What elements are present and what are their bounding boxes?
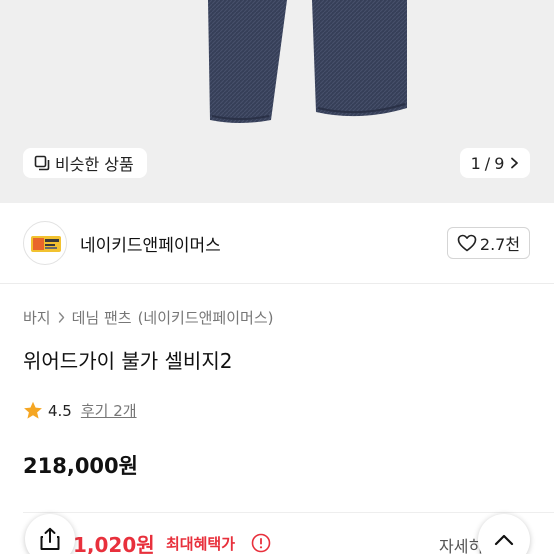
rating-summary[interactable]: 4.5 후기 2개: [23, 400, 137, 421]
similar-products-button[interactable]: 비슷한 상품: [23, 148, 147, 178]
rating-score: 4.5: [48, 401, 72, 420]
product-price: 218,000원: [23, 454, 138, 478]
brand-logo[interactable]: [23, 221, 67, 265]
like-count: 2.7천: [479, 235, 521, 254]
max-benefit-box[interactable]: 1,020원 최대혜택가 자세히: [23, 523, 523, 554]
max-benefit-price: 1,020원: [73, 533, 155, 554]
reviews-link[interactable]: 후기 2개: [81, 400, 137, 421]
max-benefit-row[interactable]: 1,020원 최대혜택가 자세히: [23, 512, 554, 554]
similar-products-label: 비슷한 상품: [55, 155, 134, 174]
copy-icon: [34, 155, 50, 171]
breadcrumb-brand[interactable]: (네이키드앤페이머스): [138, 307, 274, 328]
breadcrumb: 바지 데님 팬츠 (네이키드앤페이머스): [23, 307, 273, 328]
section-divider: [0, 283, 554, 284]
heart-icon: [457, 234, 477, 252]
brand-name[interactable]: 네이키드앤페이머스: [80, 231, 221, 256]
breadcrumb-category[interactable]: 바지: [23, 307, 51, 328]
brand-logo-image: [31, 236, 61, 252]
info-icon[interactable]: [251, 533, 271, 553]
brand-row[interactable]: 네이키드앤페이머스 2.7천: [0, 214, 554, 272]
product-title: 위어드가이 불가 셀비지2: [23, 349, 233, 373]
star-icon: [24, 401, 42, 419]
product-image-gallery[interactable]: 비슷한 상품 1 / 9: [0, 0, 554, 203]
chevron-up-icon: [494, 534, 514, 546]
image-counter[interactable]: 1 / 9: [460, 148, 530, 178]
breadcrumb-subcategory[interactable]: 데님 팬츠: [72, 307, 132, 328]
chevron-right-icon: [511, 157, 519, 169]
max-benefit-label: 최대혜택가: [166, 535, 236, 553]
detail-link[interactable]: 자세히: [439, 533, 483, 554]
brand-like-button[interactable]: 2.7천: [447, 227, 530, 259]
current-image-index: 1: [470, 153, 481, 173]
chevron-right-icon: [58, 312, 65, 323]
total-images: 9: [494, 153, 505, 173]
counter-separator: /: [484, 153, 491, 173]
share-icon: [40, 527, 60, 550]
